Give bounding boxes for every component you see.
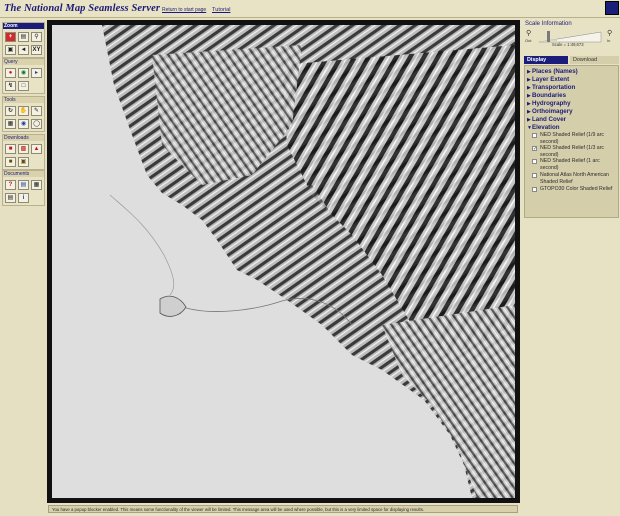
layer-group-landcover[interactable]: ▶Land Cover bbox=[527, 116, 566, 123]
elevation-layer-label: NED Shaded Relief (1 arc second) bbox=[540, 158, 600, 171]
full-extent-icon[interactable]: ▣ bbox=[5, 45, 16, 55]
select-icon[interactable]: ▸ bbox=[31, 68, 42, 78]
corner-icon[interactable] bbox=[605, 1, 619, 15]
panel-tabs: Display Download bbox=[524, 56, 619, 64]
help-icon[interactable]: ? bbox=[5, 180, 16, 190]
elevation-layer-item: GTOPO30 Color Shaded Relief bbox=[532, 186, 618, 193]
shaded-relief-map[interactable] bbox=[52, 25, 515, 498]
layer-checkbox[interactable] bbox=[532, 159, 537, 164]
zoom-out-magnifier-icon[interactable]: ⚲ bbox=[526, 29, 531, 37]
xy-coordinate-tool[interactable]: XY bbox=[31, 45, 42, 55]
tool-sidebar: Zoom + ▤ ⚲ ▣ ◄ XY Query ● ◉ ▸ ↯ □ Tools … bbox=[0, 20, 47, 516]
pencil-icon[interactable]: ✎ bbox=[31, 106, 42, 116]
download-box-icon[interactable]: ▩ bbox=[18, 144, 29, 154]
target-icon[interactable]: ◯ bbox=[31, 119, 42, 129]
zoom-out-label: Out bbox=[525, 38, 532, 43]
identify-icon[interactable]: ● bbox=[5, 68, 16, 78]
clear-select-icon[interactable]: □ bbox=[18, 81, 29, 91]
app-title: The National Map Seamless Server bbox=[4, 3, 161, 14]
zoom-in-tool-icon[interactable]: + bbox=[5, 32, 16, 42]
layer-group-transportation[interactable]: ▶Transportation bbox=[527, 84, 575, 91]
documents-panel-title: Documents bbox=[3, 171, 44, 177]
layer-group-elevation[interactable]: ▼Elevation bbox=[527, 124, 560, 131]
query-panel: Query ● ◉ ▸ ↯ □ bbox=[2, 58, 45, 94]
download-tile-icon[interactable]: ■ bbox=[5, 157, 16, 167]
tab-display[interactable]: Display bbox=[524, 56, 568, 64]
zoom-in-label: In bbox=[607, 38, 611, 43]
download-coord-icon[interactable]: ▲ bbox=[31, 144, 42, 154]
info-icon[interactable]: i bbox=[18, 193, 29, 203]
elevation-layer-label: National Atlas North American Shaded Rel… bbox=[540, 172, 609, 185]
print-map-icon[interactable]: ▤ bbox=[5, 193, 16, 203]
table-icon[interactable]: ▦ bbox=[31, 180, 42, 190]
layer-checkbox[interactable]: ✓ bbox=[532, 146, 537, 152]
layer-tool-icon[interactable]: ▦ bbox=[5, 119, 16, 129]
layer-group-places[interactable]: ▶Places (Names) bbox=[527, 68, 578, 75]
elevation-layer-label: GTOPO30 Color Shaded Relief bbox=[540, 186, 613, 192]
scale-information-title: Scale Information bbox=[525, 21, 572, 27]
tools-panel: Tools ↻ ✋ ✎ ▦ ◉ ◯ bbox=[2, 96, 45, 132]
zoom-panel-title: Zoom bbox=[3, 23, 44, 29]
elevation-layer-item: NED Shaded Relief (1 arc second) bbox=[532, 158, 618, 171]
elevation-layer-label: NED Shaded Relief (1/3 arc second) bbox=[540, 145, 605, 158]
layer-list: ▶Places (Names) ▶Layer Extent ▶Transport… bbox=[524, 65, 619, 218]
scale-readout: Scale = 1:49,673 bbox=[552, 42, 584, 47]
downloads-panel-title: Downloads bbox=[3, 135, 44, 141]
layer-group-orthoimagery[interactable]: ▶Orthoimagery bbox=[527, 108, 573, 115]
back-arrow-icon[interactable]: ◄ bbox=[18, 45, 29, 55]
layer-checkbox[interactable] bbox=[532, 133, 537, 138]
magnifier-tool-icon[interactable]: ⚲ bbox=[31, 32, 42, 42]
tutorial-link[interactable]: Tutorial bbox=[212, 7, 230, 13]
relief-map-image[interactable] bbox=[52, 25, 515, 498]
zoom-in-magnifier-icon[interactable]: ⚲ bbox=[607, 29, 612, 37]
binoculars-icon[interactable]: ◉ bbox=[18, 68, 29, 78]
layer-checkbox[interactable] bbox=[532, 173, 537, 178]
zoom-panel: Zoom + ▤ ⚲ ▣ ◄ XY bbox=[2, 22, 45, 58]
hyperlink-icon[interactable]: ↯ bbox=[5, 81, 16, 91]
layer-group-extent[interactable]: ▶Layer Extent bbox=[527, 76, 569, 83]
layer-checkbox[interactable] bbox=[532, 187, 537, 192]
print-tool-icon[interactable]: ▤ bbox=[18, 32, 29, 42]
downloads-panel: Downloads ■ ▩ ▲ ■ ▣ bbox=[2, 134, 45, 170]
status-message-bar: You have a popup blocker enabled. This m… bbox=[48, 505, 518, 513]
elevation-layer-item: ✓ NED Shaded Relief (1/3 arc second) bbox=[532, 145, 618, 158]
pan-icon[interactable]: ✋ bbox=[18, 106, 29, 116]
document-icon[interactable]: ▤ bbox=[18, 180, 29, 190]
header-bar: The National Map Seamless Server Return … bbox=[0, 0, 620, 18]
elevation-layer-item: National Atlas North American Shaded Rel… bbox=[532, 172, 618, 185]
tools-panel-title: Tools bbox=[3, 97, 44, 103]
documents-panel: Documents ? ▤ ▦ ▤ i bbox=[2, 170, 45, 206]
download-map-icon[interactable]: ▣ bbox=[18, 157, 29, 167]
elevation-layer-item: NED Shaded Relief (1/9 arc second) bbox=[532, 132, 618, 145]
right-panel: Scale Information ⚲ Out ⚲ In Scale = 1:4… bbox=[521, 20, 620, 516]
map-frame bbox=[47, 20, 520, 503]
globe-icon[interactable]: ◉ bbox=[18, 119, 29, 129]
measure-icon[interactable]: ↻ bbox=[5, 106, 16, 116]
download-area-icon[interactable]: ■ bbox=[5, 144, 16, 154]
return-to-start-link[interactable]: Return to start page bbox=[162, 7, 206, 13]
layer-group-hydrography[interactable]: ▶Hydrography bbox=[527, 100, 571, 107]
elevation-layer-label: NED Shaded Relief (1/9 arc second) bbox=[540, 132, 605, 145]
query-panel-title: Query bbox=[3, 59, 44, 65]
tab-download[interactable]: Download bbox=[570, 56, 619, 64]
layer-group-boundaries[interactable]: ▶Boundaries bbox=[527, 92, 566, 99]
